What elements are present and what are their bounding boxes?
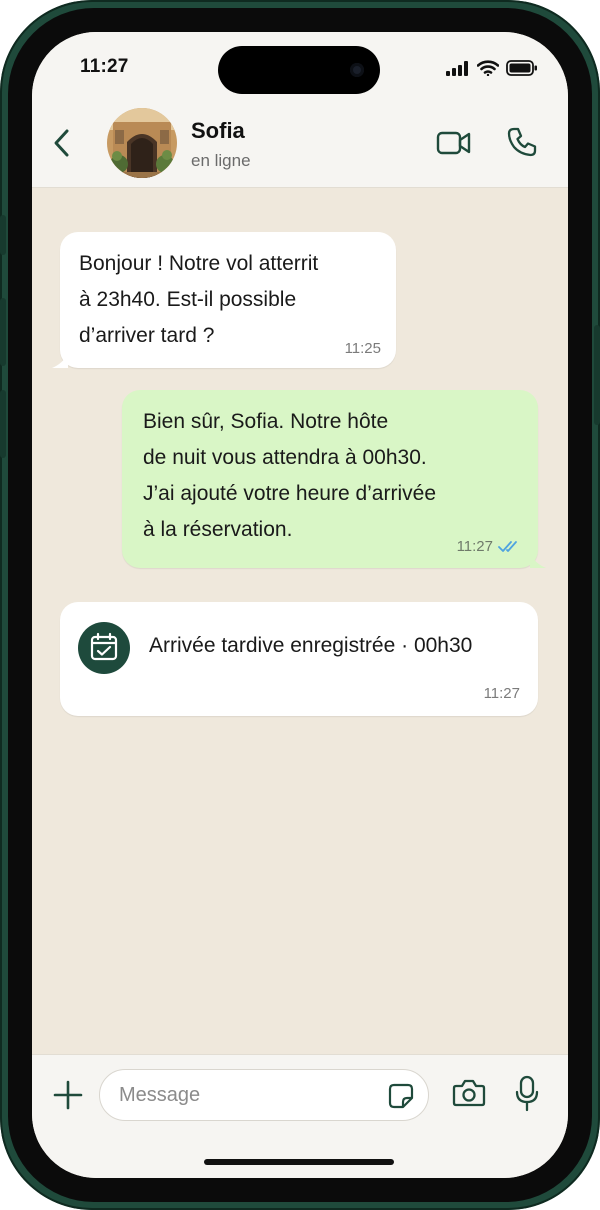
message-bubble-incoming[interactable]: Bonjour ! Notre vol atterrit à 23h40. Es… <box>52 232 396 368</box>
read-receipt-icon <box>498 541 517 552</box>
plus-icon[interactable] <box>52 1079 84 1111</box>
back-chevron-icon[interactable] <box>50 128 74 158</box>
video-call-icon[interactable] <box>436 128 472 158</box>
composer-bar: Message <box>32 1054 568 1178</box>
signal-icon <box>446 60 468 76</box>
camera-icon[interactable] <box>452 1078 486 1108</box>
front-camera <box>350 63 364 77</box>
sticker-icon[interactable] <box>388 1083 414 1109</box>
event-card[interactable]: Arrivée tardive enregistrée · 00h30 11:2… <box>60 602 538 716</box>
volume-down-button <box>0 390 6 458</box>
microphone-icon[interactable] <box>515 1075 539 1113</box>
battery-icon <box>506 60 537 76</box>
volume-up-button <box>0 298 6 366</box>
calendar-check-icon <box>78 622 130 674</box>
action-button <box>0 215 6 255</box>
message-input-placeholder: Message <box>119 1084 201 1106</box>
screen: 11:27 Sofia en ligne Bonjour ! Notre vol… <box>32 32 568 1178</box>
message-bubble-outgoing[interactable]: Bien sûr, Sofia. Notre hôte de nuit vous… <box>122 390 546 568</box>
message-text: Bonjour ! Notre vol atterrit à 23h40. Es… <box>79 252 319 347</box>
dynamic-island <box>218 46 380 94</box>
bubble-tail <box>52 354 68 368</box>
wifi-icon <box>477 60 499 76</box>
contact-status: en ligne <box>191 151 251 170</box>
status-icons <box>446 60 538 76</box>
message-input[interactable]: Message <box>99 1069 429 1121</box>
power-button <box>594 325 600 425</box>
status-time: 11:27 <box>80 56 129 77</box>
message-text: Bien sûr, Sofia. Notre hôte de nuit vous… <box>143 410 436 541</box>
message-time: 11:27 <box>456 538 493 555</box>
event-card-time: 11:27 <box>483 685 520 702</box>
phone-call-icon[interactable] <box>506 126 538 158</box>
chat-header: 11:27 Sofia en ligne <box>32 32 568 188</box>
message-time: 11:25 <box>344 340 381 357</box>
event-card-text: Arrivée tardive enregistrée · 00h30 <box>149 634 473 657</box>
contact-name[interactable]: Sofia <box>191 118 245 144</box>
bubble-tail <box>530 554 546 568</box>
avatar-photo-icon <box>107 108 177 178</box>
chat-area[interactable]: Bonjour ! Notre vol atterrit à 23h40. Es… <box>32 188 568 1054</box>
home-indicator[interactable] <box>204 1159 394 1165</box>
avatar[interactable] <box>107 108 177 178</box>
phone-frame: 11:27 Sofia en ligne Bonjour ! Notre vol… <box>0 0 600 1210</box>
